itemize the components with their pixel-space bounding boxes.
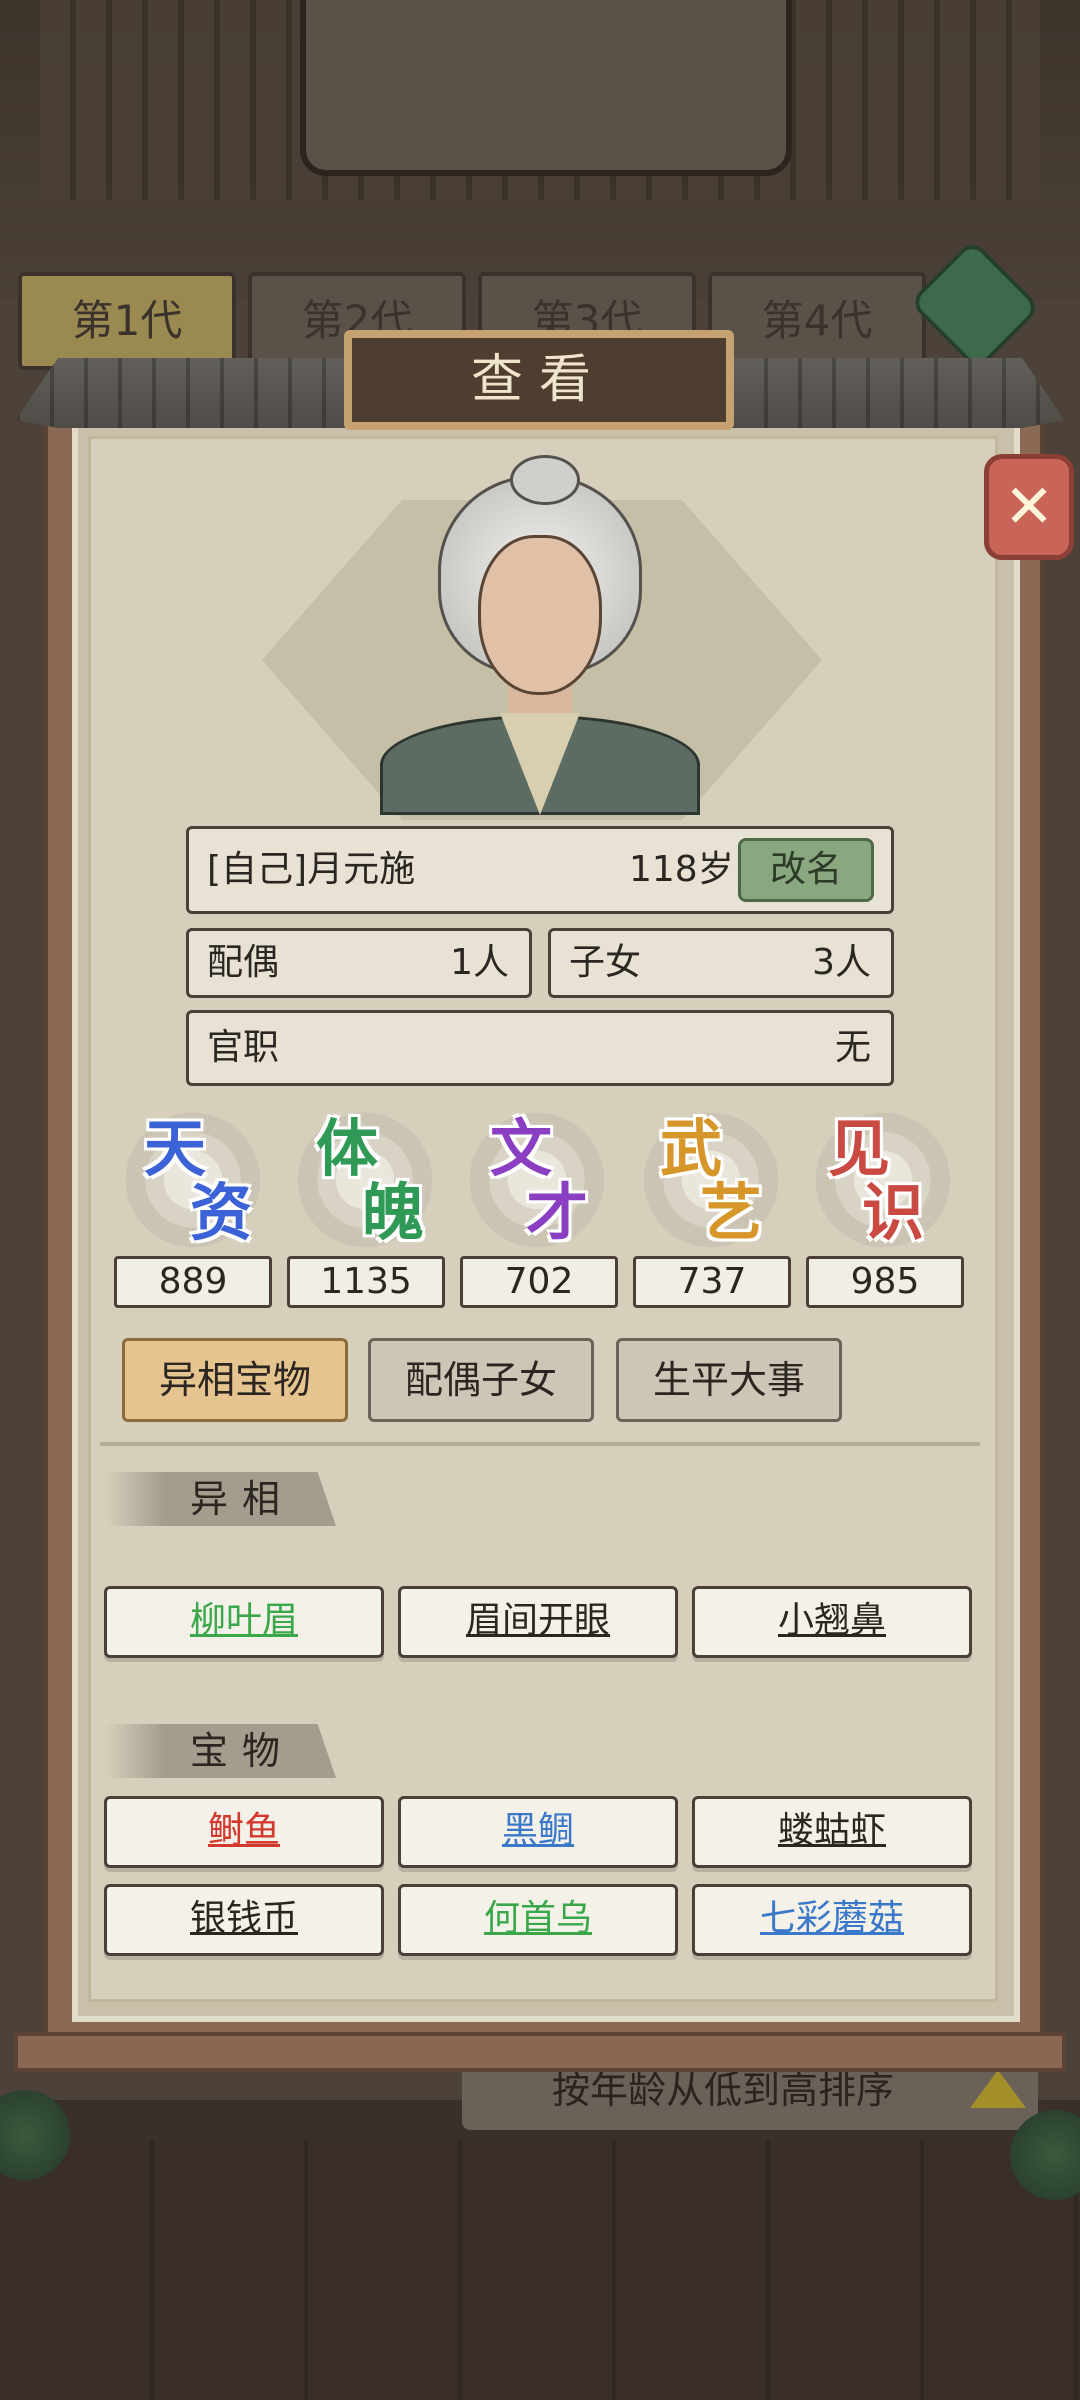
children-row: 子女 3人 <box>548 928 894 998</box>
spouse-label: 配偶 <box>207 942 280 983</box>
treasure-item[interactable]: 黑鲷 <box>398 1796 678 1868</box>
feature-item[interactable]: 小翘鼻 <box>692 1586 972 1658</box>
stat-martial-value: 737 <box>633 1256 791 1308</box>
treasure-item[interactable]: 银钱币 <box>104 1884 384 1956</box>
stat-insight-value: 985 <box>806 1256 964 1308</box>
stat-physique-value: 1135 <box>287 1256 445 1308</box>
children-count: 3人 <box>812 942 871 983</box>
treasure-item[interactable]: 七彩蘑菇 <box>692 1884 972 1956</box>
feature-item[interactable]: 眉间开眼 <box>398 1586 678 1658</box>
children-label: 子女 <box>569 942 642 983</box>
tab-features-treasures[interactable]: 异相宝物 <box>122 1338 348 1422</box>
rename-button[interactable]: 改名 <box>738 838 874 902</box>
features-section-title: 异相 <box>106 1472 336 1526</box>
spouse-row: 配偶 1人 <box>186 928 532 998</box>
stat-physique-char-1: 体 <box>316 1112 379 1185</box>
office-row: 官职 无 <box>186 1010 894 1086</box>
stat-martial-char-2: 艺 <box>700 1176 763 1249</box>
character-portrait <box>380 455 700 815</box>
stat-talent-char-2: 资 <box>190 1176 253 1249</box>
background-painting <box>300 0 792 176</box>
stat-martial-char-1: 武 <box>660 1112 723 1185</box>
character-age: 118岁 <box>629 849 734 890</box>
stat-insight-char-2: 识 <box>862 1176 925 1249</box>
tab-life-events[interactable]: 生平大事 <box>616 1338 842 1422</box>
office-value: 无 <box>834 1027 871 1068</box>
background-floor <box>0 2140 1080 2400</box>
section-divider <box>100 1442 980 1446</box>
close-button[interactable]: ✕ <box>984 454 1074 560</box>
generation-tab-1[interactable]: 第1代 <box>18 272 236 370</box>
stat-insight-char-1: 见 <box>828 1112 891 1185</box>
stat-physique-char-2: 魄 <box>362 1176 425 1249</box>
dialog-bottom-rail <box>14 2032 1066 2072</box>
feature-item[interactable]: 柳叶眉 <box>104 1586 384 1658</box>
stat-literary-char-2: 才 <box>526 1176 589 1249</box>
treasure-item[interactable]: 何首乌 <box>398 1884 678 1956</box>
stat-talent-char-1: 天 <box>144 1112 207 1185</box>
spouse-count: 1人 <box>450 942 509 983</box>
treasure-item[interactable]: 鲥鱼 <box>104 1796 384 1868</box>
dialog-title: 查看 <box>344 330 734 430</box>
close-icon: ✕ <box>1003 472 1055 542</box>
character-name: [自己]月元施 <box>207 849 416 890</box>
treasures-section-title: 宝物 <box>106 1724 336 1778</box>
office-label: 官职 <box>207 1027 280 1068</box>
sort-toggle-icon[interactable] <box>970 2070 1026 2108</box>
treasure-item[interactable]: 蝼蛄虾 <box>692 1796 972 1868</box>
generation-tab-4[interactable]: 第4代 <box>708 272 926 370</box>
stat-talent-value: 889 <box>114 1256 272 1308</box>
tab-spouse-children[interactable]: 配偶子女 <box>368 1338 594 1422</box>
stat-literary-char-1: 文 <box>490 1112 553 1185</box>
stat-literary-value: 702 <box>460 1256 618 1308</box>
